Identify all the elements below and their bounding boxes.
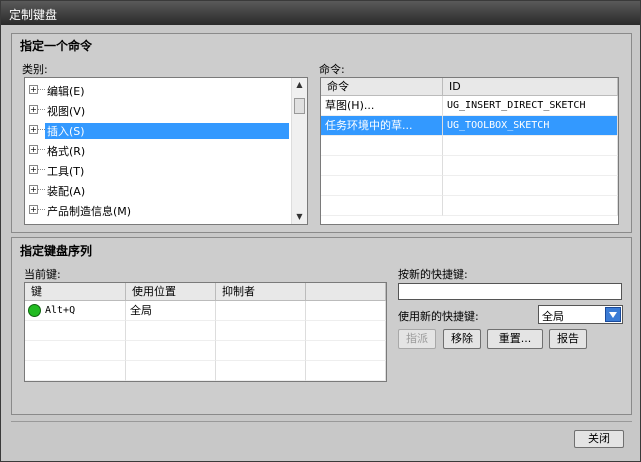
assign-button[interactable]: 指派	[398, 329, 436, 349]
scroll-thumb[interactable]	[294, 98, 305, 114]
category-item-format[interactable]: + 格式(R)	[25, 140, 291, 160]
key-value: Alt+Q	[45, 305, 76, 316]
command-list[interactable]: 命令 ID 草图(H)... UG_INSERT_DIRECT_SKETCH 任…	[320, 77, 619, 225]
command-id: UG_INSERT_DIRECT_SKETCH	[443, 96, 618, 116]
id-column-header[interactable]: ID	[443, 78, 618, 96]
category-item-assembly[interactable]: + 装配(A)	[25, 180, 291, 200]
footer-divider	[11, 421, 632, 422]
keyboard-sequence-group: 指定键盘序列 当前键: 键 使用位置 抑制者 Alt+Q 全局 按新的快捷键: …	[11, 237, 632, 415]
report-button[interactable]: 报告	[549, 329, 587, 349]
category-scrollbar[interactable]: ▲ ▼	[291, 78, 307, 224]
category-item-tools[interactable]: + 工具(T)	[25, 160, 291, 180]
status-ok-icon	[28, 304, 41, 317]
keyboard-sequence-title: 指定键盘序列	[20, 244, 93, 258]
category-item-pmi[interactable]: + 产品制造信息(M)	[25, 200, 291, 220]
chevron-down-icon[interactable]	[605, 307, 621, 322]
current-keys-table[interactable]: 键 使用位置 抑制者 Alt+Q 全局	[24, 282, 387, 382]
use-new-shortcut-label: 使用新的快捷键:	[398, 310, 479, 323]
new-shortcut-label: 按新的快捷键:	[398, 268, 468, 281]
suppressed-by-column-header[interactable]: 抑制者	[216, 283, 306, 301]
command-id: UG_TOOLBOX_SKETCH	[443, 116, 618, 136]
category-item-label: 装配(A)	[47, 185, 86, 198]
category-item-label: 工具(T)	[47, 165, 85, 178]
scroll-up-icon[interactable]: ▲	[292, 78, 307, 92]
command-name: 草图(H)...	[321, 96, 443, 116]
category-tree[interactable]: + 编辑(E) + 视图(V) + 插入(S) + 格式(R) + 工具(T) …	[24, 77, 308, 225]
use-new-shortcut-value: 全局	[542, 310, 564, 323]
command-column-header[interactable]: 命令	[321, 78, 443, 96]
current-keys-label: 当前键:	[24, 268, 61, 281]
scroll-down-icon[interactable]: ▼	[292, 210, 307, 224]
suppressed-by-cell	[216, 301, 306, 321]
new-shortcut-input[interactable]	[398, 283, 622, 300]
location-cell: 全局	[126, 301, 216, 321]
category-item-view[interactable]: + 视图(V)	[25, 100, 291, 120]
category-item-edit[interactable]: + 编辑(E)	[25, 80, 291, 100]
category-item-label: 产品制造信息(M)	[47, 205, 132, 218]
customize-keyboard-dialog: 定制键盘 指定一个命令 类别: 命令: + 编辑(E) + 视图(V) + 插入…	[0, 0, 641, 462]
category-item-label: 编辑(E)	[47, 85, 85, 98]
location-column-header[interactable]: 使用位置	[126, 283, 216, 301]
extra-column-header	[306, 283, 386, 301]
category-item-label: 视图(V)	[47, 105, 86, 118]
specify-command-group: 指定一个命令 类别: 命令: + 编辑(E) + 视图(V) + 插入(S) +…	[11, 33, 632, 233]
command-name: 任务环境中的草...	[321, 116, 443, 136]
category-item-insert[interactable]: + 插入(S)	[25, 120, 291, 140]
use-new-shortcut-select[interactable]: 全局	[538, 305, 623, 324]
window-title: 定制键盘	[9, 8, 58, 22]
title-bar[interactable]: 定制键盘	[1, 1, 640, 25]
key-column-header[interactable]: 键	[25, 283, 126, 301]
category-item-label: 插入(S)	[45, 123, 289, 139]
close-button[interactable]: 关闭	[574, 430, 624, 448]
remove-button[interactable]: 移除	[443, 329, 481, 349]
key-cell: Alt+Q	[25, 301, 126, 321]
command-label: 命令:	[319, 63, 345, 76]
reset-button[interactable]: 重置...	[487, 329, 543, 349]
specify-command-title: 指定一个命令	[20, 39, 93, 53]
category-label: 类别:	[22, 63, 48, 76]
category-item-label: 格式(R)	[47, 145, 86, 158]
